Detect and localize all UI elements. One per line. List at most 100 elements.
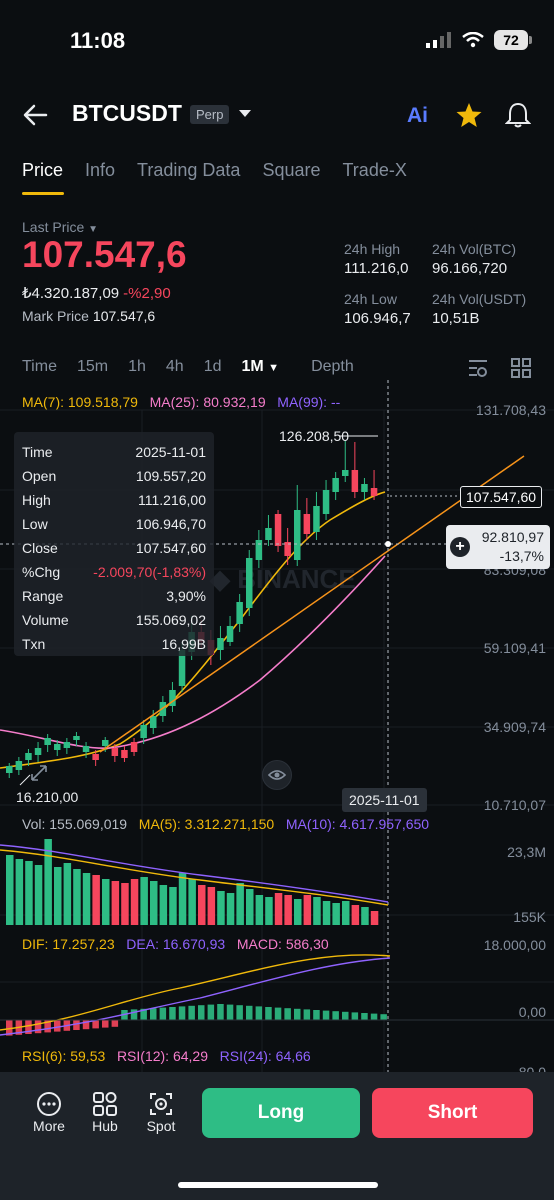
candle-body [361, 484, 368, 492]
add-order-icon[interactable]: + [450, 537, 470, 557]
candle-body [121, 750, 128, 758]
interval-15m[interactable]: 15m [77, 358, 108, 376]
interval-1h[interactable]: 1h [128, 358, 146, 376]
candle-body [54, 744, 61, 750]
volume-bar [111, 881, 120, 925]
interval-1m-active[interactable]: 1M ▼ [241, 358, 279, 376]
tab-square[interactable]: Square [262, 160, 320, 181]
vol-ma5-label: MA(5): 3.312.271,150 [138, 816, 275, 832]
volume-bar [322, 901, 331, 925]
hub-icon [93, 1092, 117, 1116]
volume-bar [255, 895, 264, 925]
volume-bar [246, 889, 254, 925]
symbol-title[interactable]: BTCUSDT [72, 100, 182, 127]
tab-trading-data[interactable]: Trading Data [137, 160, 240, 181]
low-value: 106.946,7 [344, 310, 411, 327]
candle-body [303, 514, 311, 534]
macd-bar [313, 1010, 320, 1020]
tab-info[interactable]: Info [85, 160, 115, 181]
volume-bar [6, 855, 14, 925]
price-axis-label: 10.710,07 [483, 797, 546, 813]
last-price-label[interactable]: Last Price ▼ [22, 219, 98, 235]
volume-bar [130, 879, 139, 925]
interval-4h[interactable]: 4h [166, 358, 184, 376]
macd-bar [342, 1011, 349, 1020]
hub-button[interactable]: Hub [77, 1090, 133, 1134]
indicator-settings-icon[interactable] [467, 357, 489, 379]
volume-legend: Vol: 155.069,019 MA(5): 3.312.271,150 MA… [22, 816, 429, 832]
ai-icon[interactable]: Ai [407, 104, 428, 128]
crosshair-price-tag[interactable]: + 92.810,97 -13,7% [446, 525, 550, 569]
spot-button[interactable]: Spot [133, 1090, 189, 1134]
mark-price: Mark Price 107.547,6 [22, 308, 155, 324]
volume-bar [34, 865, 43, 925]
macd-bar [274, 1007, 282, 1020]
low-label: 24h Low [344, 291, 397, 307]
candle-body [332, 478, 339, 492]
candle-body [63, 742, 71, 748]
macd-bar [102, 1020, 109, 1028]
spot-icon [150, 1093, 172, 1115]
macd-bar [198, 1005, 205, 1020]
volume-bar [63, 863, 72, 925]
macd-bar [255, 1006, 263, 1020]
volume-bar [150, 881, 158, 925]
back-arrow-icon[interactable] [22, 102, 48, 128]
tab-price[interactable]: Price [22, 160, 63, 181]
price-axis-label: 59.109,41 [483, 640, 546, 656]
volume-bar [294, 899, 302, 925]
info-row-volume: Volume 155.069,02 [22, 612, 206, 628]
tab-active-indicator [22, 192, 64, 195]
interval-toolbar: Time 15m 1h 4h 1d 1M ▼ Depth [22, 358, 354, 376]
depth-tab[interactable]: Depth [311, 358, 354, 376]
tab-trade-x[interactable]: Trade-X [342, 160, 406, 181]
candle-body [111, 748, 119, 756]
rsi24-label: RSI(24): 64,66 [219, 1048, 311, 1064]
volume-bar [102, 879, 110, 925]
candle-body [274, 514, 282, 546]
volume-bar [351, 905, 360, 925]
macd-bar [236, 1005, 243, 1020]
info-row-time: Time 2025-11-01 [22, 444, 206, 460]
interval-time[interactable]: Time [22, 358, 57, 376]
interval-1d[interactable]: 1d [204, 358, 222, 376]
volume-bar [342, 901, 350, 925]
volume-bar [140, 877, 148, 925]
fiat-value: ₺4.320.187,09 [22, 285, 120, 302]
candle-body [351, 470, 359, 492]
expand-icon[interactable] [28, 762, 50, 784]
volume-bar [226, 893, 235, 925]
macd-bar [207, 1004, 215, 1020]
macd-bar [188, 1005, 195, 1020]
volume-bar [198, 885, 206, 925]
bell-icon[interactable] [505, 101, 531, 129]
rsi12-label: RSI(12): 64,29 [116, 1048, 208, 1064]
candle-body [73, 736, 80, 740]
macd-bar [332, 1011, 339, 1020]
crosshair-price: 92.810,97 [481, 529, 544, 545]
wifi-icon [462, 32, 484, 48]
current-price-tag[interactable]: 107.547,60 [460, 486, 543, 508]
dea-label: DEA: 16.670,93 [126, 936, 226, 952]
short-button[interactable]: Short [372, 1088, 533, 1138]
home-indicator [178, 1182, 378, 1188]
eye-icon[interactable] [262, 760, 292, 790]
long-button[interactable]: Long [202, 1088, 360, 1138]
signal-icon [426, 32, 451, 48]
more-button[interactable]: More [21, 1090, 77, 1134]
symbol-dropdown-icon[interactable] [238, 109, 252, 119]
info-row-high: High 111.216,00 [22, 492, 206, 508]
vol-label: Vol: 155.069,019 [22, 816, 128, 832]
volume-bar [274, 893, 283, 925]
candle-body [150, 716, 157, 728]
candle-body [370, 488, 378, 496]
macd-bar [130, 1009, 138, 1020]
candle-info-panel: Time 2025-11-01 Open 109.557,20 High 111.21… [14, 432, 214, 656]
info-row-open: Open 109.557,20 [22, 468, 206, 484]
vol-btc-value: 96.166,720 [432, 260, 508, 277]
layout-grid-icon[interactable] [510, 357, 532, 379]
macd-bar [54, 1020, 61, 1032]
crosshair-point [385, 541, 391, 547]
star-icon[interactable] [455, 101, 483, 129]
info-row-range: Range 3,90% [22, 588, 206, 604]
